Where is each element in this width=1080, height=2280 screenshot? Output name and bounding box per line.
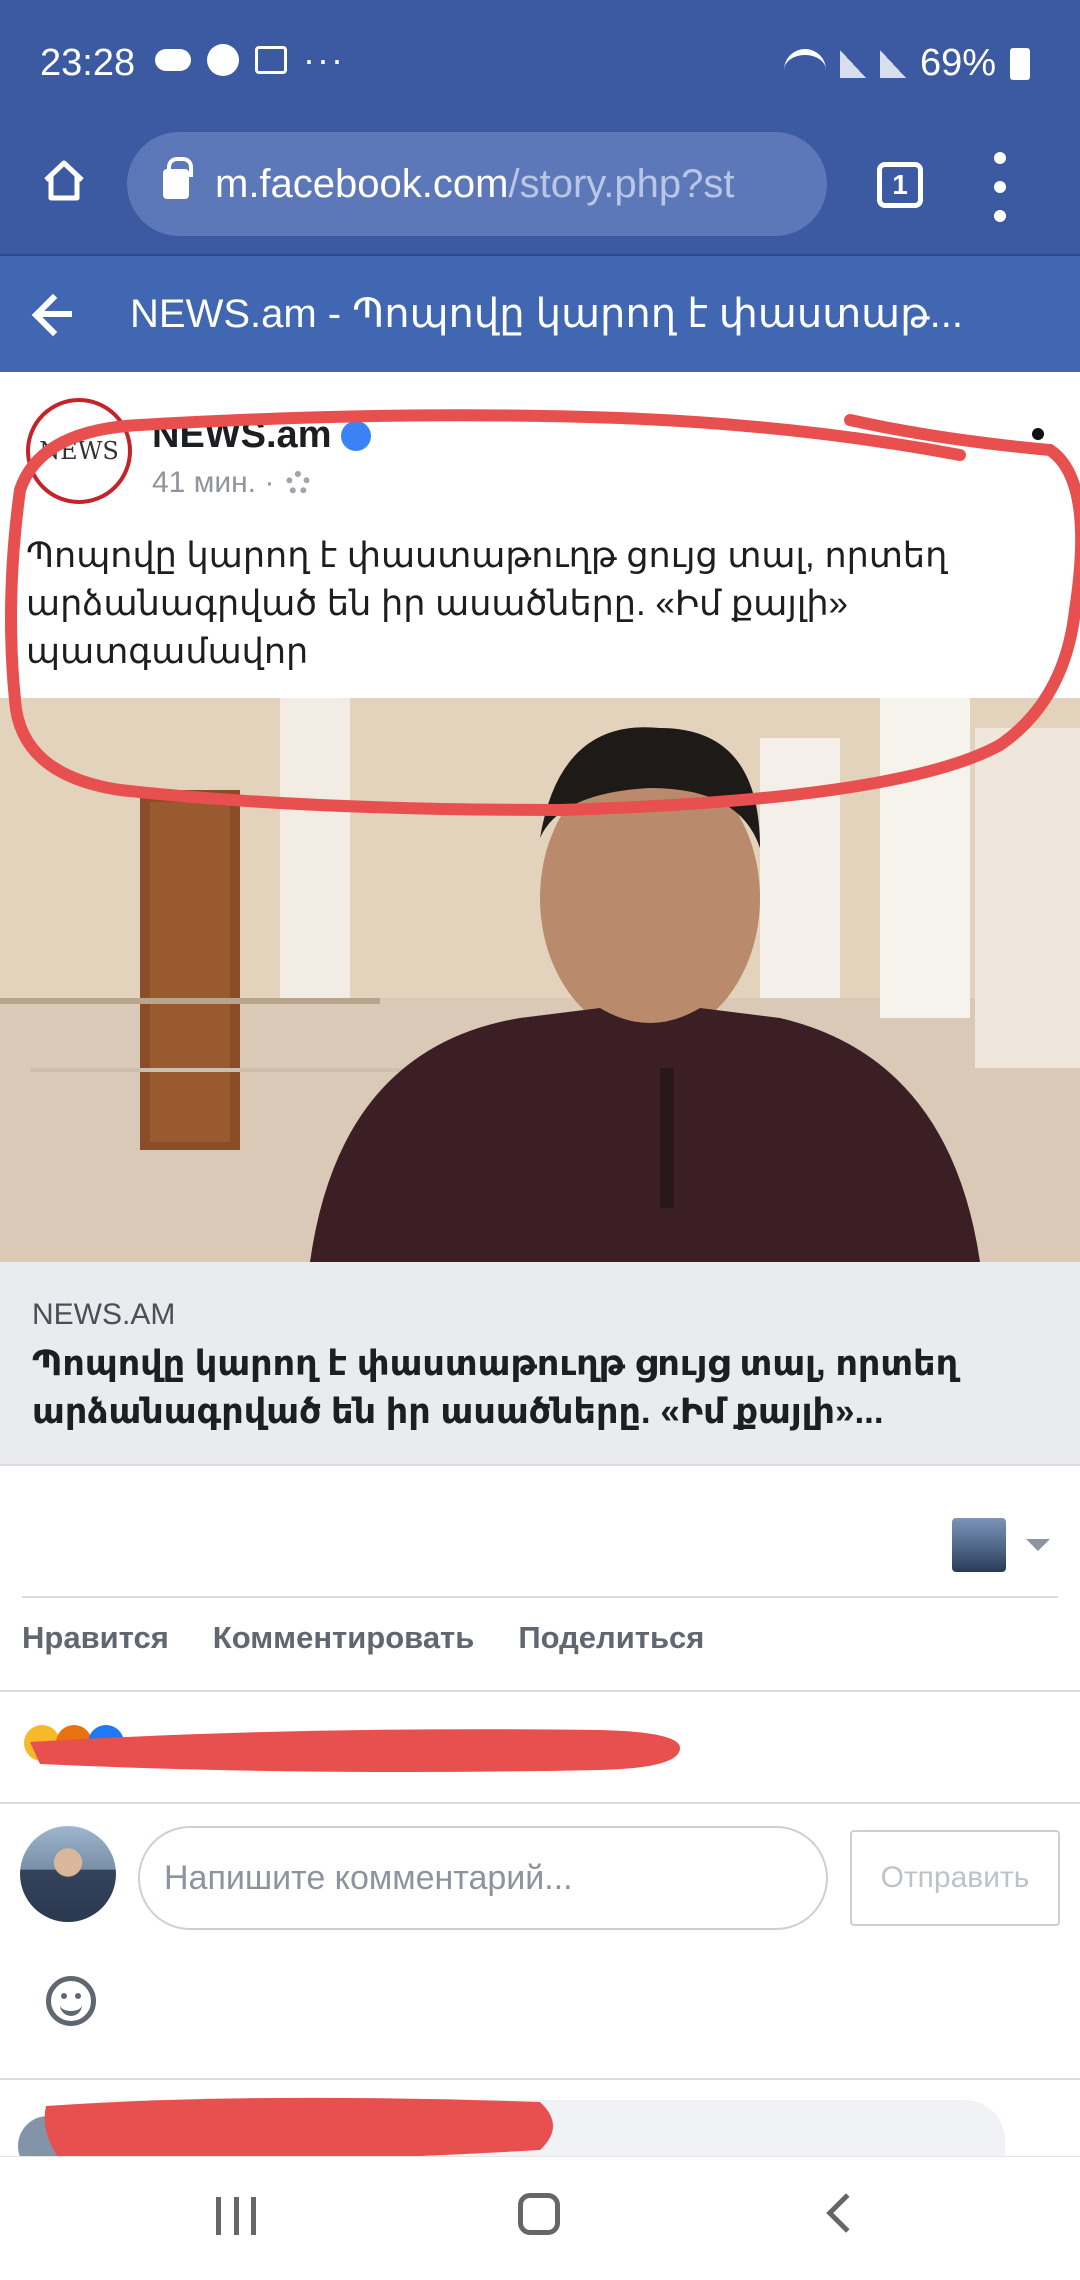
post-meta: 41 мин. · [152, 466, 311, 500]
post-actions: Нравится Комментировать Поделиться [22, 1620, 704, 1656]
link-preview[interactable]: NEWS.AM Պոպովը կարող է փաստաթուղթ ցույց … [0, 1262, 1080, 1466]
gallery-icon [255, 46, 287, 74]
lock-icon [163, 157, 193, 199]
back-arrow-icon[interactable] [32, 294, 72, 334]
divider [0, 1802, 1080, 1804]
comment-input[interactable]: Напишите комментарий... [138, 1826, 828, 1930]
divider [0, 2078, 1080, 2080]
status-time: 23:28 [40, 42, 136, 84]
post-photo[interactable] [0, 698, 1080, 1262]
reactions-summary[interactable] [22, 1716, 142, 1770]
status-right: 69% [783, 42, 1030, 85]
divider [22, 1596, 1058, 1598]
user-avatar-small [952, 1518, 1006, 1572]
battery-icon [1010, 47, 1030, 80]
verified-badge-icon [341, 420, 372, 451]
browser-toolbar: m.facebook.com/story.php?st 1 [0, 122, 1080, 256]
cloud-icon [155, 49, 191, 71]
more-notifications-icon: ··· [303, 39, 345, 80]
link-headline: Պոպովը կարող է փաստաթուղթ ցույց տալ, որտ… [32, 1344, 959, 1431]
battery-percent: 69% [919, 42, 996, 84]
url-path: /story.php?st [508, 161, 735, 206]
back-icon[interactable] [826, 2193, 866, 2233]
signal-icon [839, 49, 866, 78]
post-photo-image [0, 698, 1080, 1262]
post-time: 41 мин. · [152, 466, 275, 499]
address-bar[interactable]: m.facebook.com/story.php?st [127, 132, 827, 236]
reaction-emoji-icons [24, 1725, 124, 1761]
android-nav-bar [0, 2156, 1080, 2280]
acting-as-selector[interactable] [952, 1518, 1050, 1572]
recent-apps-icon[interactable] [216, 2197, 256, 2235]
privacy-gear-icon [286, 471, 311, 495]
home-button-icon[interactable] [518, 2193, 560, 2235]
signal-icon-2 [879, 49, 906, 78]
browser-menu-icon[interactable] [990, 152, 1010, 222]
tab-switcher-button[interactable]: 1 [877, 162, 923, 208]
comment-button[interactable]: Комментировать [213, 1620, 475, 1656]
messenger-icon [207, 44, 239, 76]
divider [0, 1690, 1080, 1692]
post-text: Պոպովը կարող է փաստաթուղթ ցույց տալ, որտ… [26, 536, 948, 671]
commenter-avatar [20, 1826, 116, 1922]
post-author[interactable]: NEWS.am [152, 414, 372, 457]
status-bar: 23:28 ··· 69% [0, 0, 1080, 122]
send-button[interactable]: Отправить [850, 1830, 1060, 1926]
page-avatar[interactable]: NEWS [26, 398, 132, 504]
wifi-icon [783, 48, 826, 79]
chevron-down-icon [1026, 1539, 1050, 1551]
page-title: NEWS.am - Պոպովը կարող է փաստաթ... [130, 292, 963, 336]
home-icon[interactable] [40, 156, 88, 204]
url-host: m.facebook.com [215, 161, 509, 206]
emoji-icon[interactable] [46, 1976, 96, 2026]
notification-icons: ··· [155, 39, 345, 80]
page-header: NEWS.am - Պոպովը կարող է փաստաթ... [0, 256, 1080, 372]
like-button[interactable]: Нравится [22, 1620, 169, 1656]
post-author-name: NEWS.am [152, 414, 332, 456]
post-options-icon[interactable] [1032, 428, 1044, 440]
share-button[interactable]: Поделиться [518, 1620, 704, 1656]
link-source: NEWS.AM [32, 1298, 176, 1331]
